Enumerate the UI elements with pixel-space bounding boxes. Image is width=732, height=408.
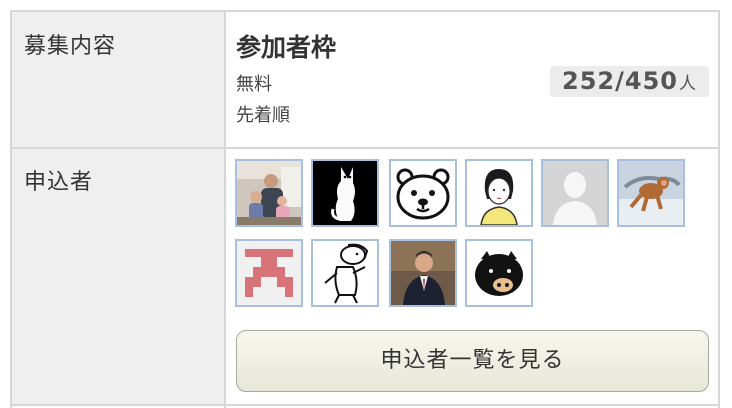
participant-count-badge: 252/450人 [550,66,709,97]
applicant-avatar-5[interactable] [541,159,609,227]
girl-illustration-icon [467,161,531,225]
row-label-applicants: 申込者 [24,170,94,195]
pink-pattern-icon [237,241,301,305]
man-in-suit-photo-icon [391,241,455,305]
applicant-avatar-3[interactable] [389,159,457,227]
default-user-icon [543,161,607,225]
monkey-photo-icon [619,161,683,225]
event-info-table: 募集内容 申込者 参加者枠 無料 先着順 252/450人 申込者一覧を見る [0,0,732,408]
applicant-avatar-4[interactable] [465,159,533,227]
applicant-avatar-10[interactable] [465,239,533,307]
participant-count: 252/450 [562,67,678,95]
table-row-divider [10,147,720,149]
fee-text: 無料 [236,74,272,95]
applicant-avatar-6[interactable] [617,159,685,227]
family-photo-icon [237,161,301,225]
white-cat-icon [313,161,377,225]
table-column-divider [224,10,226,408]
applicant-avatar-9[interactable] [389,239,457,307]
bear-face-icon [391,161,455,225]
row-label-recruit: 募集内容 [24,34,117,59]
view-applicants-button[interactable]: 申込者一覧を見る [236,330,709,392]
selection-method-text: 先着順 [236,105,290,126]
pig-bank-icon [467,241,531,305]
table-border-left [10,10,12,408]
table-row-divider-bottom [10,404,720,406]
applicant-avatar-7[interactable] [235,239,303,307]
participant-count-unit: 人 [678,74,697,94]
cartoon-boy-icon [313,241,377,305]
table-border-top [10,10,720,12]
capacity-title: 参加者枠 [236,33,337,62]
applicant-avatar-2[interactable] [311,159,379,227]
applicant-avatar-8[interactable] [311,239,379,307]
applicant-avatar-1[interactable] [235,159,303,227]
table-border-right [718,10,720,408]
